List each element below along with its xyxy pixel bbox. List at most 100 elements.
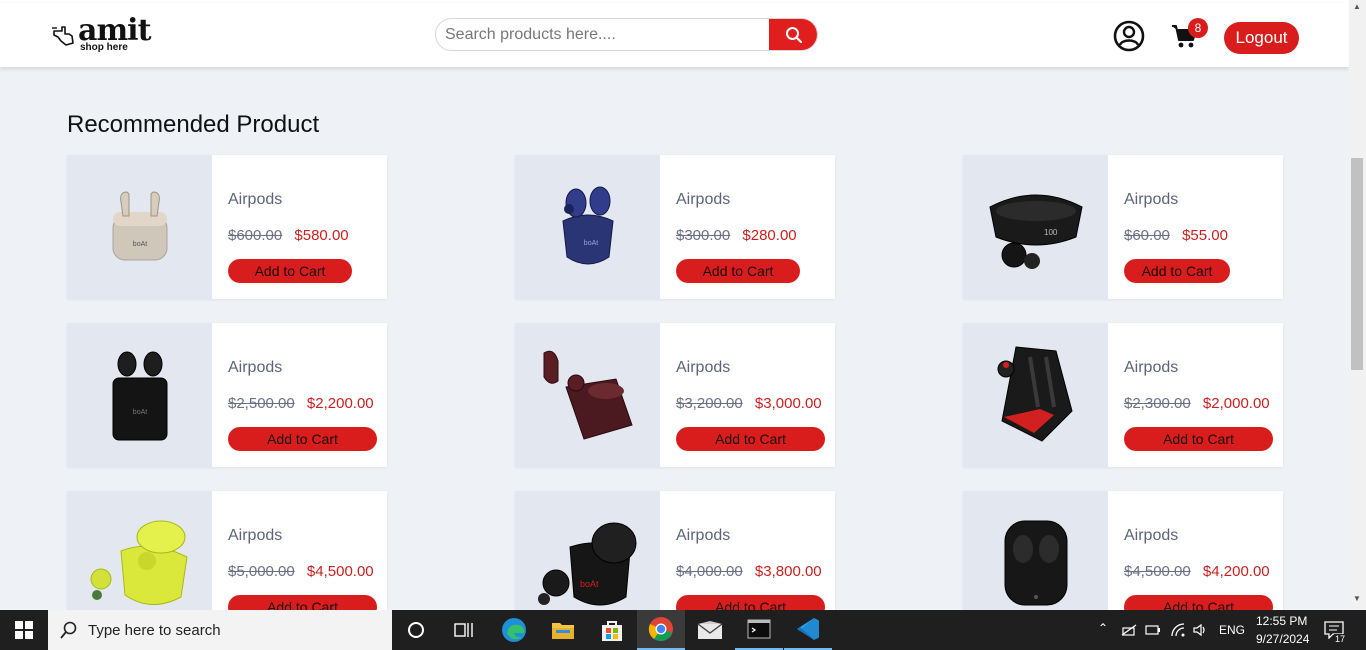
search-button[interactable]	[769, 19, 817, 50]
add-to-cart-button[interactable]: Add to Cart	[228, 595, 377, 610]
mail-envelope-icon	[697, 621, 723, 639]
search-icon	[786, 26, 803, 43]
scrollbar-thumb[interactable]	[1351, 158, 1363, 370]
original-price: $60.00	[1124, 227, 1170, 244]
cortana-circle-icon	[408, 622, 424, 638]
original-price: $4,000.00	[676, 563, 743, 580]
task-view-button[interactable]	[440, 610, 488, 650]
brand-tagline: shop here	[80, 42, 128, 53]
user-circle-icon	[1113, 20, 1145, 52]
notification-count: 17	[1334, 634, 1347, 644]
product-card[interactable]: Airpods $3,200.00 $3,000.00 Add to Cart	[515, 323, 835, 467]
product-card[interactable]: boAt Airpods $600.00 $580.00 Add to Cart	[67, 155, 387, 299]
product-image[interactable]: 100	[963, 155, 1108, 299]
start-button[interactable]	[0, 610, 48, 650]
scroll-down-icon[interactable]: ▼	[1353, 594, 1361, 603]
add-to-cart-button[interactable]: Add to Cart	[1124, 427, 1273, 451]
earbuds-image	[997, 346, 1073, 442]
earbuds-image	[90, 520, 188, 605]
edge-browser-icon	[502, 618, 526, 642]
add-to-cart-button[interactable]: Add to Cart	[1124, 259, 1230, 283]
taskbar-search-box[interactable]: Type here to search	[48, 610, 392, 650]
section-title: Recommended Product	[67, 111, 320, 138]
add-to-cart-button[interactable]: Add to Cart	[228, 427, 377, 451]
account-button[interactable]	[1113, 20, 1145, 52]
chrome-button[interactable]	[637, 610, 685, 650]
hand-pointer-icon	[52, 26, 74, 46]
sale-price: $4,200.00	[1202, 563, 1270, 580]
product-card[interactable]: Airpods $5,000.00 $4,500.00 Add to Cart	[67, 491, 387, 610]
product-card[interactable]: boAt Airpods $4,000.00 $3,800.00 Add to …	[515, 491, 835, 610]
store-bag-icon	[602, 621, 622, 641]
product-card[interactable]: boAt Airpods $2,500.00 $2,200.00 Add to …	[67, 323, 387, 467]
cortana-button[interactable]	[392, 610, 440, 650]
sale-price: $2,200.00	[306, 395, 374, 412]
original-price: $600.00	[228, 227, 283, 244]
price-row: $2,500.00 $2,200.00	[228, 395, 374, 412]
folder-icon	[552, 623, 574, 639]
wifi-icon[interactable]	[1170, 622, 1186, 638]
logout-button[interactable]: Logout	[1224, 22, 1299, 54]
search-input[interactable]	[436, 19, 769, 50]
product-image[interactable]	[963, 323, 1108, 467]
product-card[interactable]: Airpods $4,500.00 $4,200.00 Add to Cart	[963, 491, 1283, 610]
vscode-button[interactable]	[784, 610, 832, 650]
cart-count-badge: 8	[1188, 18, 1208, 38]
tray-overflow-chevron-icon[interactable]: ⌃	[1098, 621, 1108, 635]
product-card[interactable]: boAt Airpods $300.00 $280.00 Add to Cart	[515, 155, 835, 299]
product-name: Airpods	[228, 191, 283, 208]
file-explorer-button[interactable]	[539, 610, 587, 650]
chrome-browser-icon	[648, 617, 673, 642]
price-row: $2,300.00 $2,000.00	[1124, 395, 1270, 412]
earbuds-image: boAt	[112, 191, 167, 261]
brand-logo[interactable]: amit shop here	[52, 13, 152, 57]
edge-button[interactable]	[490, 610, 538, 650]
sale-price: $280.00	[742, 227, 797, 244]
task-view-icon	[454, 623, 473, 637]
terminal-icon	[747, 619, 771, 639]
product-image[interactable]: boAt	[515, 491, 660, 610]
volume-icon[interactable]	[1192, 622, 1208, 638]
language-indicator[interactable]: ENG	[1219, 623, 1245, 637]
product-image[interactable]: boAt	[67, 323, 212, 467]
network-disconnected-icon[interactable]	[1120, 623, 1138, 637]
product-image[interactable]	[963, 491, 1108, 610]
sale-price: $2,000.00	[1202, 395, 1270, 412]
product-card[interactable]: Airpods $2,300.00 $2,000.00 Add to Cart	[963, 323, 1283, 467]
price-row: $4,500.00 $4,200.00	[1124, 563, 1270, 580]
product-card[interactable]: 100 Airpods $60.00 $55.00 Add to Cart	[963, 155, 1283, 299]
clock-date[interactable]: 9/27/2024	[1256, 632, 1309, 646]
add-to-cart-button[interactable]: Add to Cart	[1124, 595, 1273, 610]
product-name: Airpods	[676, 527, 731, 544]
original-price: $4,500.00	[1124, 563, 1191, 580]
original-price: $5,000.00	[228, 563, 295, 580]
vscode-icon	[797, 618, 819, 640]
terminal-button[interactable]	[735, 610, 783, 650]
add-to-cart-button[interactable]: Add to Cart	[676, 595, 825, 610]
product-image[interactable]: boAt	[515, 155, 660, 299]
clock-time[interactable]: 12:55 PM	[1256, 614, 1307, 628]
original-price: $2,300.00	[1124, 395, 1191, 412]
product-image[interactable]	[515, 323, 660, 467]
product-image[interactable]: boAt	[67, 155, 212, 299]
sale-price: $580.00	[294, 227, 349, 244]
add-to-cart-button[interactable]: Add to Cart	[676, 259, 800, 283]
store-button[interactable]	[588, 610, 636, 650]
svg-text:boAt: boAt	[583, 240, 597, 247]
product-name: Airpods	[228, 359, 283, 376]
scroll-up-icon[interactable]: ▲	[1353, 2, 1361, 11]
product-name: Airpods	[1124, 359, 1179, 376]
price-row: $5,000.00 $4,500.00	[228, 563, 374, 580]
svg-text:100: 100	[1044, 228, 1058, 237]
add-to-cart-button[interactable]: Add to Cart	[228, 259, 352, 283]
battery-icon[interactable]	[1145, 623, 1161, 637]
original-price: $300.00	[676, 227, 731, 244]
page-scrollbar[interactable]: ▲ ▼	[1349, 0, 1366, 610]
product-image[interactable]	[67, 491, 212, 610]
mail-button[interactable]	[686, 610, 734, 650]
price-row: $4,000.00 $3,800.00	[676, 563, 822, 580]
add-to-cart-button[interactable]: Add to Cart	[676, 427, 825, 451]
price-row: $3,200.00 $3,000.00	[676, 395, 822, 412]
earbuds-image	[543, 350, 633, 440]
sale-price: $55.00	[1182, 227, 1228, 244]
